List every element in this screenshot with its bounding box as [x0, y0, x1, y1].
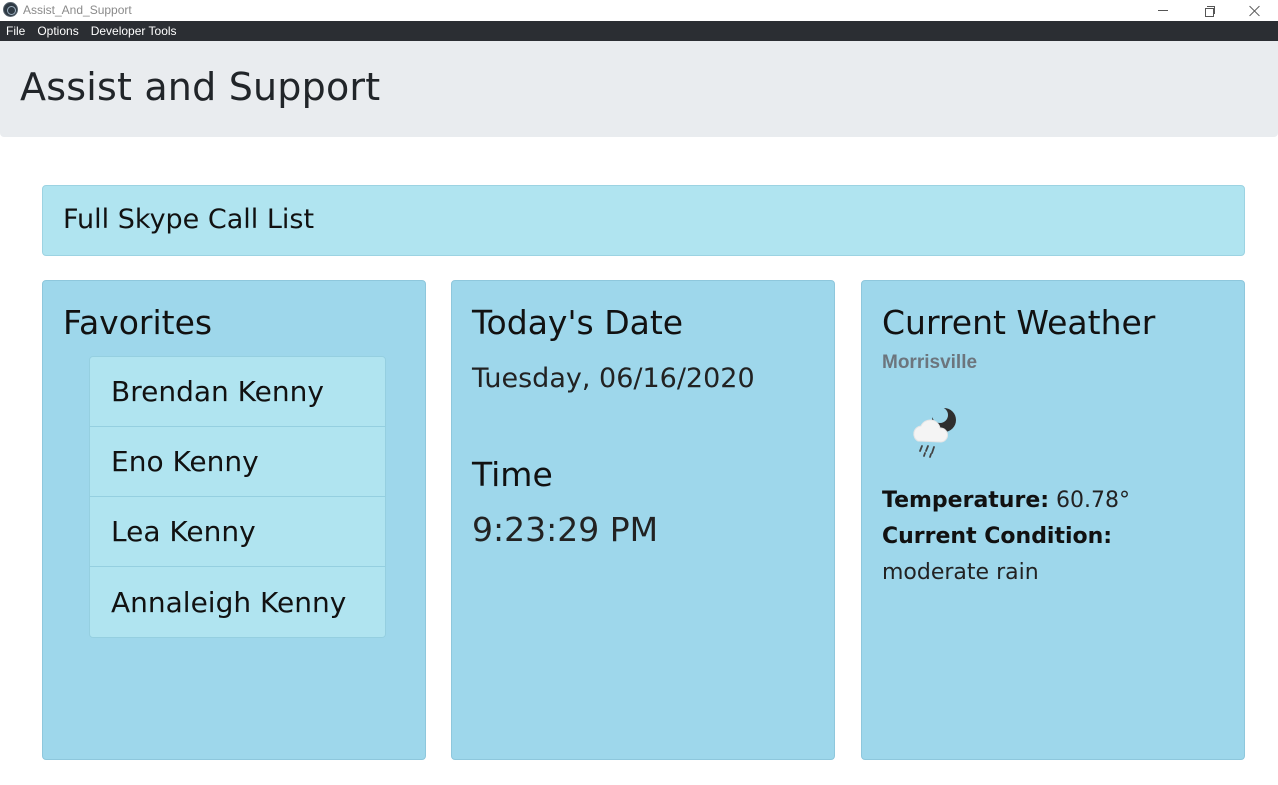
window-titlebar: Assist_And_Support [0, 0, 1278, 21]
weather-card: Current Weather Morrisville Temperature:… [861, 280, 1245, 760]
minimize-button[interactable] [1140, 0, 1186, 21]
menu-developer-tools[interactable]: Developer Tools [85, 21, 183, 41]
app-icon [3, 2, 18, 17]
close-icon [1249, 5, 1261, 17]
condition-label: Current Condition: [882, 524, 1113, 549]
menu-bar: File Options Developer Tools [0, 21, 1278, 41]
page-header: Assist and Support [0, 41, 1278, 137]
night-rain-icon [913, 407, 956, 458]
skype-call-list-label: Full Skype Call List [63, 204, 315, 235]
favorite-contact[interactable]: Annaleigh Kenny [90, 567, 385, 637]
favorites-title: Favorites [63, 303, 213, 342]
temperature-row: Temperature: 60.78° [882, 483, 1222, 519]
date-time-card: Today's Date Tuesday, 06/16/2020 Time 9:… [451, 280, 835, 760]
skype-call-list-button[interactable]: Full Skype Call List [42, 185, 1245, 256]
menu-options[interactable]: Options [31, 21, 84, 41]
weather-city: Morrisville [882, 352, 978, 373]
window-title: Assist_And_Support [23, 3, 132, 17]
favorites-card: Favorites Brendan Kenny Eno Kenny Lea Ke… [42, 280, 426, 760]
restore-icon [1204, 6, 1215, 17]
page-title: Assist and Support [20, 65, 381, 109]
close-button[interactable] [1232, 0, 1278, 21]
favorite-contact[interactable]: Lea Kenny [90, 497, 385, 567]
temperature-value: 60.78° [1056, 488, 1131, 513]
menu-file[interactable]: File [0, 21, 31, 41]
condition-value: moderate rain [882, 560, 1039, 585]
minimize-icon [1158, 10, 1168, 11]
condition-row: Current Condition: moderate rain [882, 519, 1222, 591]
favorite-contact[interactable]: Brendan Kenny [90, 357, 385, 427]
time-title: Time [472, 455, 553, 494]
date-title: Today's Date [472, 303, 684, 342]
favorites-list: Brendan Kenny Eno Kenny Lea Kenny Annale… [89, 356, 386, 638]
weather-title: Current Weather [882, 303, 1156, 342]
temperature-label: Temperature: [882, 488, 1050, 513]
date-value: Tuesday, 06/16/2020 [472, 363, 755, 394]
time-value: 9:23:29 PM [472, 510, 659, 549]
favorite-contact[interactable]: Eno Kenny [90, 427, 385, 497]
restore-button[interactable] [1186, 0, 1232, 21]
